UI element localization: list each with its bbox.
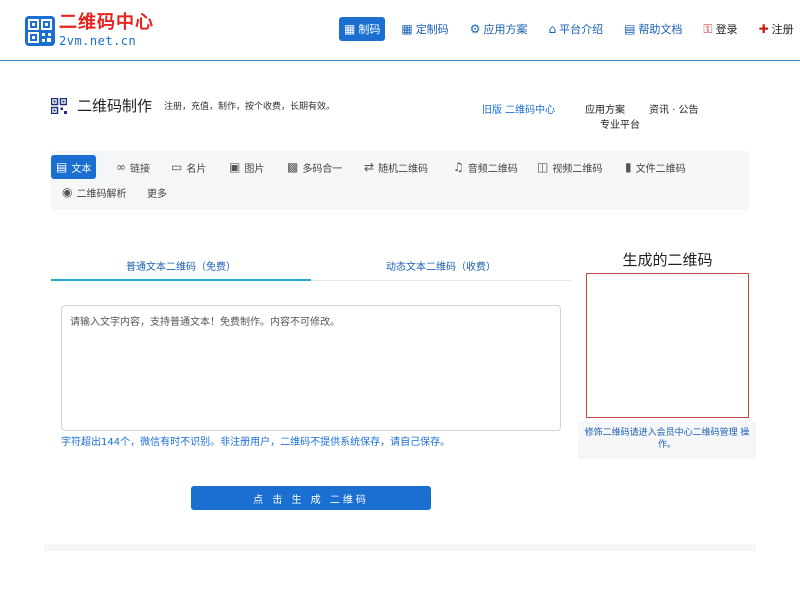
multi-qr-icon: ▩ [287, 160, 299, 174]
logo-title: 二维码中心 [59, 12, 154, 33]
tab-link[interactable]: ∞ 链接 [111, 155, 155, 179]
tab-image[interactable]: ▣ 图片 [224, 155, 269, 179]
tab-card[interactable]: ▭ 名片 [166, 155, 211, 179]
char-limit-hint: 字符超出144个，微信有时不识别。非注册用户，二维码不提供系统保存，请自己保存。 [61, 437, 451, 448]
nav-label: 帮助文档 [638, 23, 683, 36]
generate-qr-button[interactable]: 点 击 生 成 二维码 [191, 486, 431, 510]
page-title: 二维码制作 [77, 97, 153, 115]
tab-label: 视频二维码 [552, 163, 603, 175]
nav-make-code[interactable]: ▦ 制码 [339, 17, 386, 41]
qr-preview-box [586, 273, 749, 418]
nav-login[interactable]: ⚿ 登录 [698, 17, 742, 41]
nav-label: 定制码 [415, 23, 449, 36]
tab-label: 链接 [130, 163, 150, 175]
tab-more[interactable]: 更多 [142, 180, 172, 204]
tab-file-code[interactable]: ▮ 文件二维码 [620, 155, 691, 179]
tab-static-text[interactable]: 普通文本二维码（免费） [51, 254, 311, 281]
nav-label: 应用方案 [483, 23, 528, 36]
random-icon: ⇄ [364, 160, 375, 174]
tab-label: 音频二维码 [467, 163, 518, 175]
tab-text[interactable]: ▤ 文本 [51, 155, 97, 179]
tab-label: 二维码解析 [76, 188, 127, 200]
tab-multi-code[interactable]: ▩ 多码合一 [282, 155, 347, 179]
tab-video-code[interactable]: ◫ 视频二维码 [532, 155, 607, 179]
music-icon: ♫ [453, 160, 464, 174]
tab-random-code[interactable]: ⇄ 随机二维码 [359, 155, 433, 179]
tab-label: 文本 [71, 163, 92, 175]
grid-icon: ▦ [401, 22, 413, 36]
nav-solutions[interactable]: ⚙ 应用方案 [465, 17, 533, 41]
file-text-icon: ▤ [56, 160, 68, 174]
generated-qr-title: 生成的二维码 [622, 251, 713, 269]
page-title-row: 二维码制作 注册，充值，制作，按个收费，长期有效。 [51, 95, 335, 116]
card-icon: ▭ [171, 160, 183, 174]
tab-label: 名片 [186, 163, 207, 175]
tab-label: 多码合一 [302, 163, 343, 175]
news-link[interactable]: 资讯 · 公告 [649, 101, 699, 116]
footer-divider [44, 544, 756, 551]
nav-help-docs[interactable]: ▤ 帮助文档 [619, 17, 687, 41]
eye-icon: ◉ [62, 185, 73, 199]
tab-decode[interactable]: ◉ 二维码解析 [57, 180, 131, 204]
nav-custom-code[interactable]: ▦ 定制码 [396, 17, 453, 41]
qrcode-icon [51, 97, 67, 114]
page-subtitle: 注册，充值，制作，按个收费，长期有效。 [164, 102, 336, 112]
image-icon: ▣ [229, 160, 241, 174]
tab-label: 文件二维码 [635, 163, 686, 175]
tab-label: 图片 [244, 163, 265, 175]
pro-platform-link[interactable]: 专业平台 [600, 116, 640, 131]
text-mode-tabs: 普通文本二维码（免费） 动态文本二维码（收费） [51, 254, 571, 281]
top-header: 二维码中心 2vm.net.cn ▦ 制码 ▦ 定制码 ⚙ 应用方案 ⌂ 平台介… [0, 0, 800, 61]
nav-label: 平台介绍 [559, 23, 604, 36]
site-logo[interactable]: 二维码中心 2vm.net.cn [25, 14, 154, 47]
link-icon: ∞ [116, 160, 126, 174]
qr-decorate-note[interactable]: 修饰二维码请进入会员中心二维码管理 操作。 [578, 422, 756, 459]
nav-platform[interactable]: ⌂ 平台介绍 [543, 17, 608, 41]
old-version-link[interactable]: 旧版 二维码中心 [482, 101, 555, 116]
file-icon: ▮ [625, 160, 632, 174]
nav-register[interactable]: ✚ 注册 [754, 17, 799, 41]
nav-label: 登录 [715, 23, 738, 36]
qrcode-logo-icon [25, 15, 55, 46]
nav-label: 注册 [771, 23, 794, 36]
gears-icon: ⚙ [469, 22, 481, 36]
tab-audio-code[interactable]: ♫ 音频二维码 [448, 155, 523, 179]
key-icon: ⚿ [703, 21, 713, 36]
solutions-link[interactable]: 应用方案 [585, 101, 625, 116]
code-type-tabs: ▤ 文本 ∞ 链接 ▭ 名片 ▣ 图片 ▩ 多码合一 ⇄ 随机二维码 ♫ 音频二… [51, 151, 749, 210]
text-content-input[interactable] [61, 305, 561, 431]
document-icon: ▤ [624, 22, 636, 36]
home-icon: ⌂ [548, 22, 557, 36]
tab-label: 更多 [147, 188, 167, 200]
logo-url: 2vm.net.cn [59, 34, 137, 48]
film-icon: ◫ [537, 160, 549, 174]
tab-label: 随机二维码 [378, 163, 429, 175]
main-nav: ▦ 制码 ▦ 定制码 ⚙ 应用方案 ⌂ 平台介绍 ▤ 帮助文档 ⚿ 登录 ✚ 注… [339, 17, 800, 41]
tab-dynamic-text[interactable]: 动态文本二维码（收费） [311, 254, 571, 281]
user-plus-icon: ✚ [758, 22, 769, 36]
nav-label: 制码 [358, 23, 381, 36]
qrcode-icon: ▦ [344, 22, 356, 36]
